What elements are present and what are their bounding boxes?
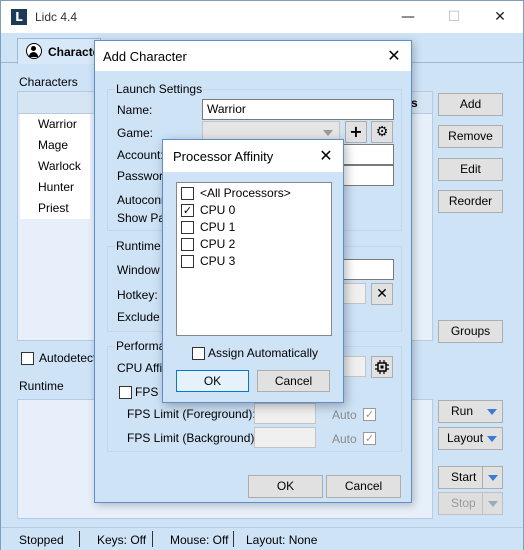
cpu-icon bbox=[375, 360, 389, 374]
stop-button-label: Stop bbox=[451, 496, 476, 510]
status-layout: Layout: None bbox=[246, 533, 318, 547]
app-logo-icon: L bbox=[11, 9, 27, 25]
dialog-title: Add Character bbox=[103, 49, 187, 64]
fps-foreground-label: FPS Limit (Foreground): bbox=[127, 407, 256, 421]
status-state: Stopped bbox=[19, 533, 64, 547]
fps-foreground-auto-checkbox[interactable]: ✓ bbox=[363, 408, 376, 421]
processor-label: CPU 1 bbox=[200, 220, 236, 234]
stop-dropdown-arrow[interactable] bbox=[482, 493, 502, 514]
fps-background-auto-checkbox[interactable]: ✓ bbox=[363, 432, 376, 445]
tab-characters[interactable]: Character bbox=[17, 38, 104, 64]
status-divider bbox=[79, 531, 80, 547]
launch-settings-label: Launch Settings bbox=[115, 82, 204, 96]
chevron-down-icon bbox=[487, 409, 497, 415]
clear-hotkey-button[interactable]: ✕ bbox=[371, 283, 393, 305]
processor-label: CPU 2 bbox=[200, 237, 236, 251]
dialog-close-button[interactable]: ✕ bbox=[315, 145, 337, 167]
close-button[interactable]: ✕ bbox=[477, 1, 523, 33]
hotkey-label: Hotkey: bbox=[117, 288, 158, 302]
layout-dropdown-arrow[interactable] bbox=[482, 428, 502, 449]
cancel-button[interactable]: Cancel bbox=[326, 475, 401, 498]
processor-checkbox[interactable]: ✓ bbox=[181, 204, 194, 217]
plus-icon: + bbox=[349, 122, 363, 141]
fps-limit-checkbox[interactable] bbox=[119, 386, 132, 399]
start-button-label: Start bbox=[451, 470, 477, 484]
layout-button[interactable]: Layout bbox=[438, 427, 503, 450]
reorder-button[interactable]: Reorder bbox=[438, 190, 503, 213]
characters-group-label: Characters bbox=[19, 75, 78, 89]
cpu-affinity-button[interactable] bbox=[371, 356, 393, 378]
processor-label: CPU 0 bbox=[200, 203, 236, 217]
dialog-title: Processor Affinity bbox=[173, 149, 274, 164]
game-settings-button[interactable]: ⚙ bbox=[371, 121, 393, 143]
processor-checkbox[interactable] bbox=[181, 238, 194, 251]
assign-automatically-label: Assign Automatically bbox=[208, 346, 319, 360]
edit-button[interactable]: Edit bbox=[438, 158, 503, 181]
fps-background-auto-label: Auto bbox=[332, 432, 357, 446]
list-item[interactable]: Warlock bbox=[20, 156, 90, 177]
dialog-close-button[interactable]: ✕ bbox=[383, 45, 405, 67]
run-dropdown-arrow[interactable] bbox=[482, 401, 502, 422]
game-label: Game: bbox=[117, 126, 154, 140]
processor-label: CPU 3 bbox=[200, 254, 236, 268]
groups-button[interactable]: Groups bbox=[438, 320, 503, 343]
title-bar: L Lidc 4.4 — ☐ ✕ bbox=[1, 1, 523, 33]
account-label: Account: bbox=[117, 148, 164, 162]
processor-checkbox[interactable] bbox=[181, 255, 194, 268]
minimize-button[interactable]: — bbox=[385, 1, 431, 33]
status-mouse: Mouse: Off bbox=[170, 533, 229, 547]
run-button-label: Run bbox=[451, 404, 474, 418]
gear-icon: ⚙ bbox=[375, 124, 389, 140]
close-icon: ✕ bbox=[376, 286, 388, 302]
chevron-down-icon bbox=[323, 130, 333, 136]
add-game-button[interactable]: + bbox=[345, 121, 367, 143]
autodetect-checkbox[interactable] bbox=[21, 352, 34, 365]
assign-automatically-checkbox[interactable] bbox=[192, 347, 205, 360]
status-keys: Keys: Off bbox=[97, 533, 147, 547]
window-title: Lidc 4.4 bbox=[35, 10, 78, 24]
dialog-title-bar: Processor Affinity ✕ bbox=[163, 140, 343, 172]
fps-foreground-input[interactable] bbox=[254, 403, 316, 424]
processor-checkbox[interactable] bbox=[181, 221, 194, 234]
name-input[interactable]: Warrior bbox=[202, 99, 394, 120]
affinity-cancel-button[interactable]: Cancel bbox=[257, 370, 330, 392]
maximize-button[interactable]: ☐ bbox=[431, 1, 477, 33]
run-button[interactable]: Run bbox=[438, 400, 503, 423]
processor-affinity-dialog: Processor Affinity ✕ <All Processors> ✓ … bbox=[162, 139, 344, 403]
list-item[interactable]: Hunter bbox=[20, 177, 90, 198]
processor-checkbox[interactable] bbox=[181, 187, 194, 200]
runtime-group-label: Runtime bbox=[19, 379, 64, 393]
fps-foreground-auto-label: Auto bbox=[332, 408, 357, 422]
chevron-down-icon bbox=[488, 475, 498, 481]
window-title-input[interactable] bbox=[340, 259, 394, 280]
processor-list[interactable]: <All Processors> ✓ CPU 0 CPU 1 CPU 2 CPU… bbox=[176, 182, 332, 336]
fps-background-label: FPS Limit (Background): bbox=[127, 431, 258, 445]
list-item[interactable]: Warrior bbox=[20, 114, 90, 135]
affinity-ok-button[interactable]: OK bbox=[176, 370, 249, 392]
user-icon bbox=[26, 43, 42, 59]
status-bar: Stopped Keys: Off Mouse: Off Layout: Non… bbox=[1, 527, 523, 550]
list-header-text: s bbox=[411, 96, 418, 110]
status-divider bbox=[233, 531, 234, 547]
stop-button[interactable]: Stop bbox=[438, 492, 503, 515]
status-divider bbox=[152, 531, 153, 547]
ok-button[interactable]: OK bbox=[248, 475, 323, 498]
name-label: Name: bbox=[117, 103, 153, 117]
remove-button[interactable]: Remove bbox=[438, 125, 503, 148]
list-item[interactable]: Mage bbox=[20, 135, 90, 156]
add-button[interactable]: Add bbox=[438, 93, 503, 116]
chevron-down-icon bbox=[488, 501, 498, 507]
processor-label: <All Processors> bbox=[200, 186, 291, 200]
list-item[interactable]: Priest bbox=[20, 198, 90, 219]
start-dropdown-arrow[interactable] bbox=[482, 467, 502, 488]
dialog-title-bar: Add Character ✕ bbox=[95, 41, 411, 71]
start-button[interactable]: Start bbox=[438, 466, 503, 489]
chevron-down-icon bbox=[487, 436, 497, 442]
fps-background-input[interactable] bbox=[254, 427, 316, 448]
layout-button-label: Layout bbox=[447, 431, 484, 445]
autoconnect-label: Autoconn bbox=[117, 193, 168, 207]
